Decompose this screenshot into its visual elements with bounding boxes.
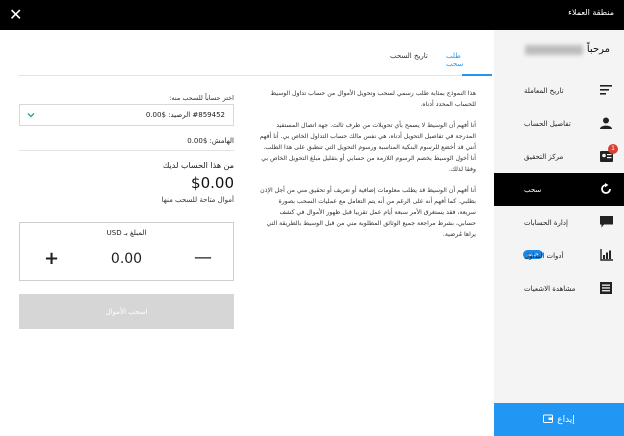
- available-amount: $0.00: [191, 174, 234, 192]
- blurred-username: [524, 44, 583, 55]
- account-select-value: #859452 الرصيد: $0.00: [145, 111, 225, 119]
- active-tab-indicator: [462, 74, 492, 76]
- tab-withdraw-request[interactable]: طلب سحب: [446, 52, 476, 68]
- withdraw-funds-button[interactable]: اسحب الأموال: [19, 294, 234, 329]
- sidebar-item-verification[interactable]: 1 مركز التحقيق: [494, 140, 624, 173]
- sidebar-item-trading-tools[interactable]: جديد أدوات التداول: [494, 239, 624, 272]
- available-subtitle: أموال متاحة للسحب منها: [161, 196, 234, 204]
- account-select[interactable]: #859452 الرصيد: $0.00: [19, 104, 234, 126]
- sidebar-item-label: سحب: [524, 185, 542, 194]
- available-title: من هذا الحساب لديك: [162, 161, 234, 170]
- sidebar-item-withdraw[interactable]: سحب: [494, 173, 624, 206]
- close-icon[interactable]: ✕: [9, 6, 22, 24]
- terms-paragraph: هذا النموذج بمثابة طلب رسمي لسحب وتحويل …: [270, 90, 476, 108]
- greeting-text: مرحباً: [586, 44, 610, 55]
- notification-badge: 1: [608, 144, 618, 154]
- sidebar-item-label: تاريخ المعاملة: [524, 86, 564, 95]
- chevron-down-icon: [26, 110, 36, 120]
- terms-paragraph: أنا أفهم أن الوسيط لا يسمح بأي تحويلات م…: [259, 122, 476, 173]
- top-bar: ✕ منطقة العملاء: [0, 0, 624, 30]
- terms-paragraph: أنا أفهم أن الوسيط قد يطلب معلومات إضافي…: [260, 187, 476, 238]
- divider: [19, 150, 234, 151]
- amount-stepper: المبلغ بـ USD + 0.00 —: [19, 222, 234, 281]
- greeting: مرحباً: [524, 44, 610, 55]
- deposit-button[interactable]: إيداع: [494, 403, 624, 436]
- margin-text: الهامش: $0.00: [187, 137, 234, 145]
- sidebar-item-account-management[interactable]: إدارة الحسابات: [494, 206, 624, 239]
- amount-label: المبلغ بـ USD: [106, 229, 147, 237]
- sidebar-item-account-details[interactable]: تفاصيل الحساب: [494, 107, 624, 140]
- withdraw-terms: هذا النموذج بمثابة طلب رسمي لسحب وتحويل …: [258, 88, 476, 250]
- deposit-label: إيداع: [557, 414, 575, 425]
- decrease-button[interactable]: —: [194, 247, 212, 268]
- tab-bar: طلب سحب تاريخ السحب: [18, 30, 492, 76]
- account-select-label: اختر حساباً للسحب منه:: [169, 94, 234, 102]
- tab-withdraw-history[interactable]: تاريخ السحب: [390, 52, 428, 60]
- sidebar-item-label: أدوات التداول: [524, 251, 564, 260]
- sidebar-item-view-notifications[interactable]: مشاهدة الاشعيات: [494, 272, 624, 305]
- wallet-icon: [543, 414, 554, 426]
- window-title: منطقة العملاء: [568, 8, 614, 17]
- sidebar-item-label: مركز التحقيق: [524, 152, 564, 161]
- sidebar-item-label: إدارة الحسابات: [524, 218, 568, 227]
- sidebar-item-transaction-history[interactable]: تاريخ المعاملة: [494, 74, 624, 107]
- sidebar: مرحباً تاريخ المعاملة تفاصيل الحساب 1 مر…: [494, 30, 624, 436]
- sidebar-item-label: مشاهدة الاشعيات: [524, 284, 576, 293]
- sidebar-item-label: تفاصيل الحساب: [524, 119, 571, 128]
